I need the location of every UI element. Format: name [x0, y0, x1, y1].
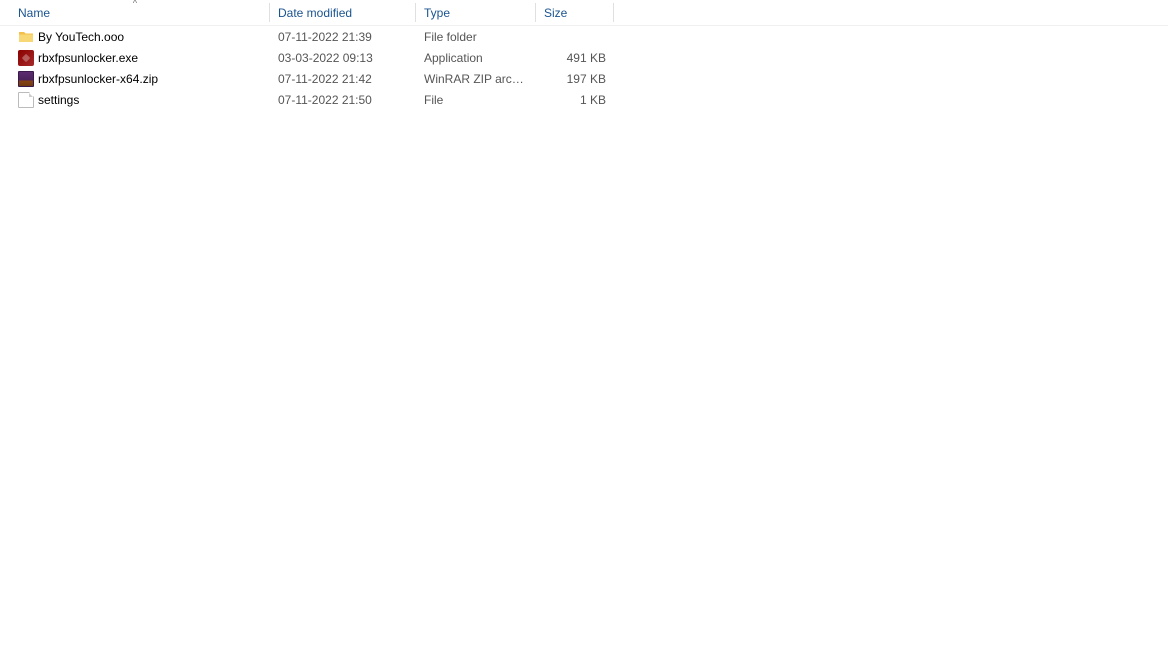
archive-icon	[18, 71, 34, 87]
file-type-cell: File	[416, 93, 536, 107]
file-date-cell: 07-11-2022 21:50	[270, 93, 416, 107]
file-date-cell: 07-11-2022 21:42	[270, 72, 416, 86]
sort-ascending-icon: ˄	[133, 0, 138, 6]
column-header-type-label: Type	[424, 6, 450, 20]
file-list: Name ˄ Date modified Type Size By YouTec…	[0, 0, 1168, 110]
file-size-cell: 1 KB	[536, 93, 614, 107]
file-row[interactable]: rbxfpsunlocker-x64.zip 07-11-2022 21:42 …	[0, 68, 1168, 89]
column-header-date-label: Date modified	[278, 6, 352, 20]
file-type-cell: Application	[416, 51, 536, 65]
file-size-cell: 197 KB	[536, 72, 614, 86]
column-header-row: Name ˄ Date modified Type Size	[0, 0, 1168, 26]
column-header-size-label: Size	[544, 6, 567, 20]
column-header-name-label: Name	[18, 6, 50, 20]
file-row[interactable]: By YouTech.ooo 07-11-2022 21:39 File fol…	[0, 26, 1168, 47]
file-icon	[18, 92, 34, 108]
file-size-cell: 491 KB	[536, 51, 614, 65]
file-date-cell: 03-03-2022 09:13	[270, 51, 416, 65]
file-name-cell: By YouTech.ooo	[0, 29, 270, 45]
file-type-cell: WinRAR ZIP archive	[416, 72, 536, 86]
column-header-date[interactable]: Date modified	[270, 0, 416, 25]
file-date-cell: 07-11-2022 21:39	[270, 30, 416, 44]
file-name-label: rbxfpsunlocker.exe	[38, 51, 138, 65]
file-name-label: rbxfpsunlocker-x64.zip	[38, 72, 158, 86]
file-name-cell: rbxfpsunlocker.exe	[0, 50, 270, 66]
column-header-type[interactable]: Type	[416, 0, 536, 25]
folder-icon	[18, 29, 34, 45]
file-row[interactable]: rbxfpsunlocker.exe 03-03-2022 09:13 Appl…	[0, 47, 1168, 68]
file-type-cell: File folder	[416, 30, 536, 44]
column-header-size[interactable]: Size	[536, 0, 614, 25]
application-icon	[18, 50, 34, 66]
column-header-name[interactable]: Name ˄	[0, 0, 270, 25]
file-row[interactable]: settings 07-11-2022 21:50 File 1 KB	[0, 89, 1168, 110]
file-name-cell: rbxfpsunlocker-x64.zip	[0, 71, 270, 87]
file-name-cell: settings	[0, 92, 270, 108]
file-name-label: settings	[38, 93, 79, 107]
file-name-label: By YouTech.ooo	[38, 30, 124, 44]
